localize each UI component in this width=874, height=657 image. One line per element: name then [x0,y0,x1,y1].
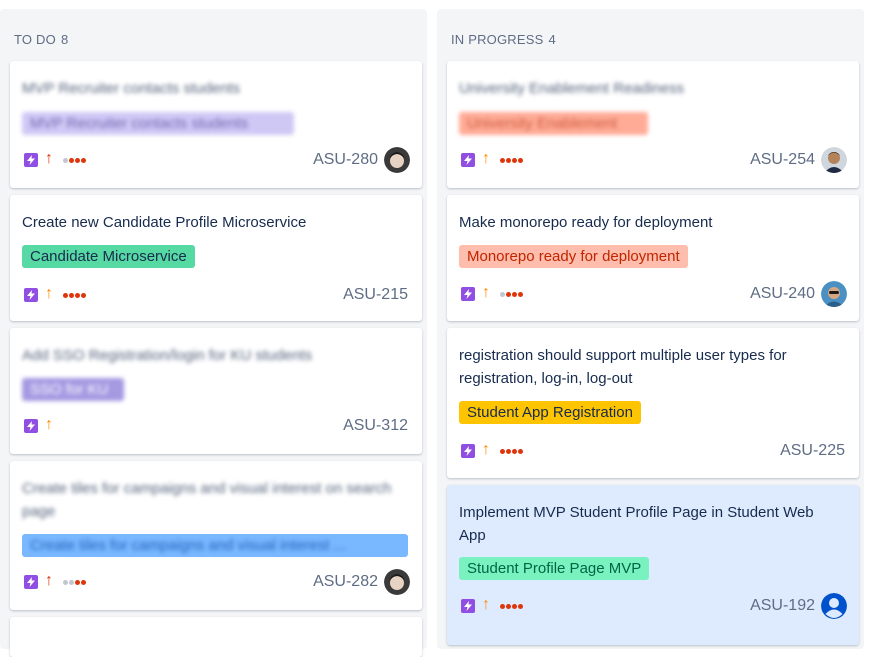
story-lightning-icon [461,444,475,458]
epic-label[interactable]: Student Profile Page MVP [459,557,650,580]
card-title: Create new Candidate Profile Microservic… [22,214,307,231]
column-count: 8 [60,32,69,47]
story-lightning-icon [461,599,475,613]
card-title: Add SSO Registration/login for KU studen… [22,347,313,364]
issue-key[interactable]: ASU-282 [313,573,378,591]
avatar[interactable] [384,569,410,595]
epic-label[interactable]: Student App Registration [459,401,641,424]
card-footer: ↑ ASU-312 [22,413,412,439]
arrow-up-icon: ↑ [45,572,53,589]
avatar[interactable] [821,147,847,173]
card-asu-254[interactable]: University Enablement Readiness Universi… [447,61,859,188]
card-title: Make monorepo ready for deployment [459,214,713,231]
arrow-up-icon: ↑ [482,150,490,167]
card-footer: ↑ ASU-192 [459,593,849,619]
card-title: Implement MVP Student Profile Page in St… [459,504,814,544]
arrow-up-icon: ↑ [482,441,490,458]
column-title: TO DO [14,32,56,47]
story-lightning-icon [24,419,38,433]
card-partial[interactable] [10,617,422,657]
card-title: University Enablement Readiness [459,80,685,97]
column-count: 4 [548,32,556,47]
card-asu-240[interactable]: Make monorepo ready for deployment Monor… [447,195,859,321]
column-title: IN PROGRESS [451,32,544,47]
epic-label[interactable]: University Enablement [459,112,648,135]
story-lightning-icon [461,153,475,167]
story-lightning-icon [24,575,38,589]
epic-label[interactable]: Monorepo ready for deployment [459,245,688,268]
card-asu-192[interactable]: Implement MVP Student Profile Page in St… [447,485,859,645]
issue-key[interactable]: ASU-225 [780,442,845,460]
card-title: Create tiles for campaigns and visual in… [22,480,392,520]
card-title: registration should support multiple use… [459,347,787,387]
story-lightning-icon [24,288,38,302]
card-asu-280[interactable]: MVP Recruiter contacts students MVP Recr… [10,61,422,188]
arrow-up-icon: ↑ [482,284,490,301]
epic-label[interactable]: SSO for KU [22,378,124,401]
card-footer: ↑ ASU-215 [22,282,412,308]
arrow-up-icon: ↑ [482,596,490,613]
card-asu-312[interactable]: Add SSO Registration/login for KU studen… [10,328,422,454]
column-header: IN PROGRESS 4 [451,32,556,47]
card-footer: ↑ ASU-240 [459,281,849,307]
issue-key[interactable]: ASU-192 [750,597,815,615]
issue-key[interactable]: ASU-312 [343,417,408,435]
issue-key[interactable]: ASU-215 [343,286,408,304]
card-footer: ↑ ASU-282 [22,569,412,595]
epic-label[interactable]: MVP Recruiter contacts students [22,112,294,135]
story-lightning-icon [24,153,38,167]
arrow-up-icon: ↑ [45,285,53,302]
issue-key[interactable]: ASU-280 [313,151,378,169]
epic-label[interactable]: Create tiles for campaigns and visual in… [22,534,408,557]
epic-label[interactable]: Candidate Microservice [22,245,195,268]
card-asu-215[interactable]: Create new Candidate Profile Microservic… [10,195,422,321]
epic-label-text: Create tiles for campaigns and visual in… [30,537,346,554]
card-asu-225[interactable]: registration should support multiple use… [447,328,859,478]
card-footer: ↑ ASU-225 [459,438,849,464]
card-footer: ↑ ASU-280 [22,147,412,173]
card-asu-282[interactable]: Create tiles for campaigns and visual in… [10,461,422,610]
issue-key[interactable]: ASU-240 [750,285,815,303]
story-lightning-icon [461,287,475,301]
card-title: MVP Recruiter contacts students [22,80,241,97]
card-footer: ↑ ASU-254 [459,147,849,173]
column-header: TO DO 8 [14,32,68,47]
arrow-up-icon: ↑ [45,150,53,167]
arrow-up-icon: ↑ [45,416,53,433]
issue-key[interactable]: ASU-254 [750,151,815,169]
user-avatar-icon[interactable] [821,593,847,619]
avatar[interactable] [821,281,847,307]
avatar[interactable] [384,147,410,173]
